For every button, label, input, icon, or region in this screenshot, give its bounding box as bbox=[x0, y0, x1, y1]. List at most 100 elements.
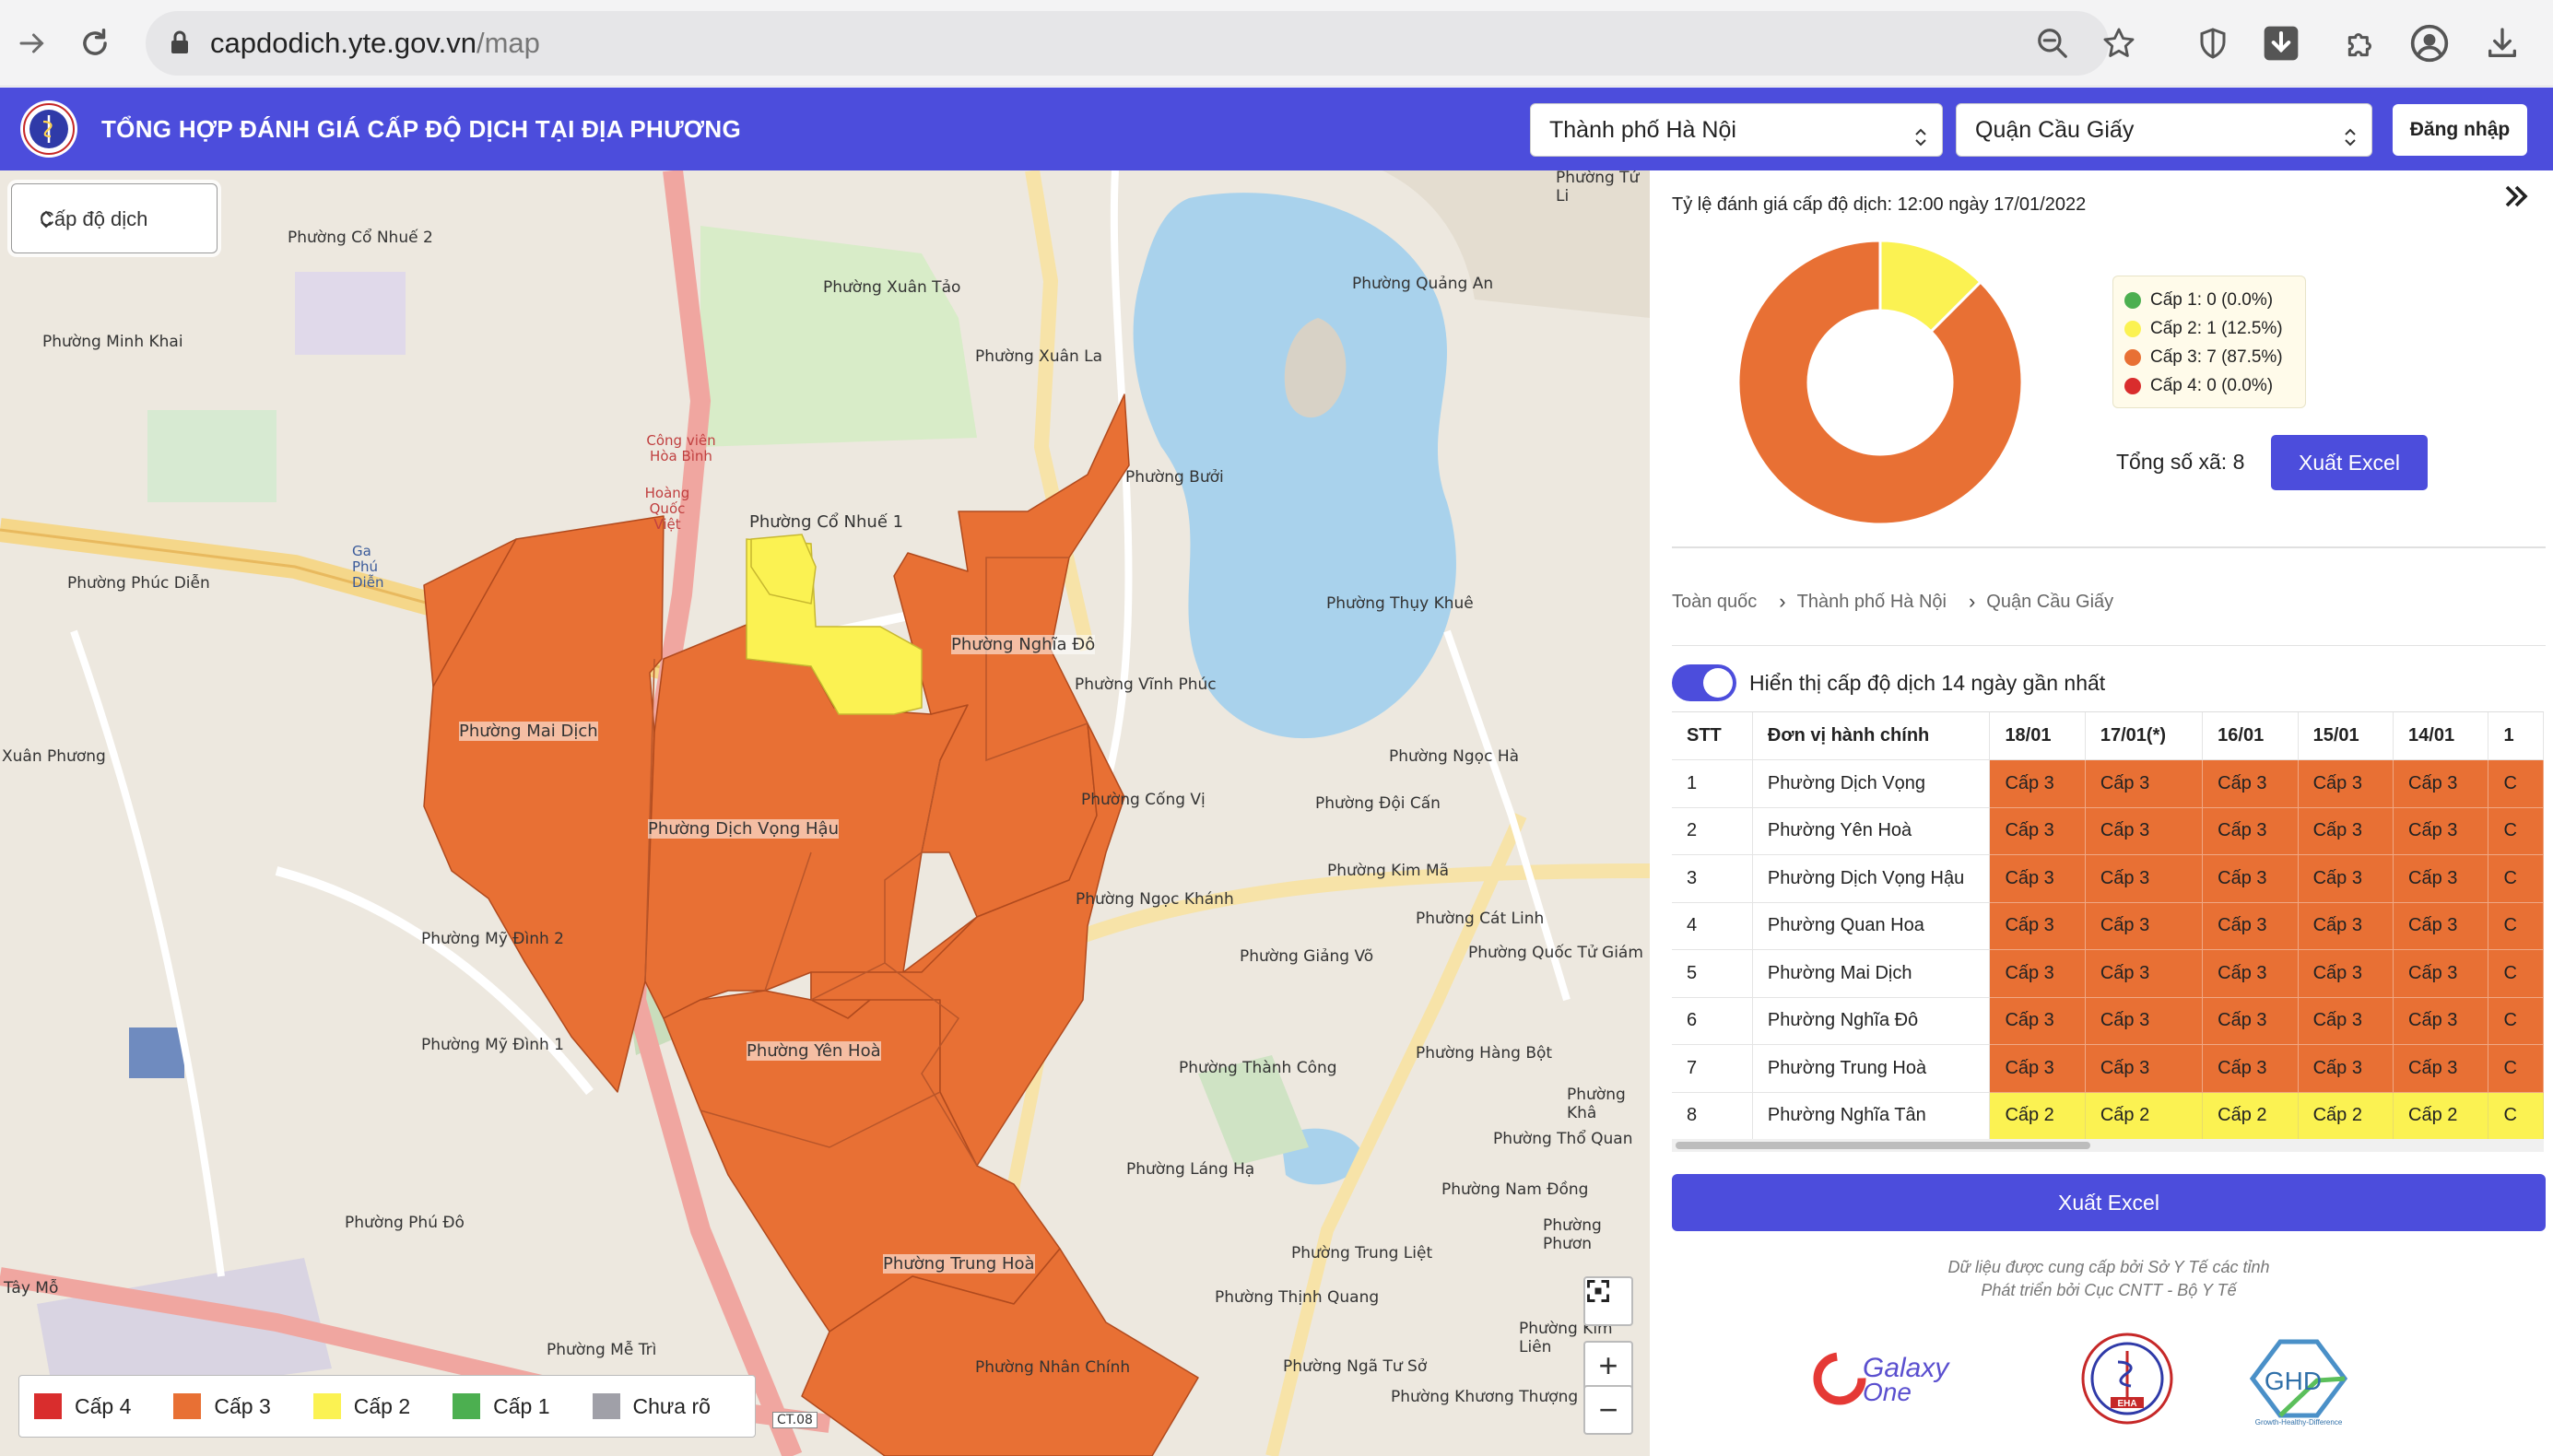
select-updown-icon bbox=[2344, 117, 2357, 169]
scrollbar-thumb[interactable] bbox=[1676, 1142, 2090, 1149]
zoom-out-icon[interactable] bbox=[2035, 26, 2070, 65]
pie-legend-label: Cấp 2: 1 (12.5%) bbox=[2150, 318, 2283, 338]
legend-dot bbox=[2124, 320, 2141, 337]
level-cell: Cấp 2 bbox=[1989, 1092, 2086, 1139]
export-excel-button[interactable]: Xuất Excel bbox=[2271, 435, 2428, 490]
fullscreen-icon[interactable] bbox=[1583, 1276, 1633, 1326]
rate-title: Tỷ lệ đánh giá cấp độ dịch: 12:00 ngày 1… bbox=[1672, 194, 2087, 215]
ward-name-cell: Phường Nghĩa Tân bbox=[1752, 1092, 1991, 1139]
map-label: Phường Quốc Tử Giám bbox=[1468, 944, 1643, 962]
table-row[interactable]: 2 Phường Yên Hoà Cấp 3 Cấp 3 Cấp 3 Cấp 3 Cấp 3… bbox=[1672, 807, 2544, 855]
partner-name-eha: EHA bbox=[2117, 1399, 2136, 1409]
level-cell: Cấp 3 bbox=[2202, 854, 2299, 903]
browser-toolbar: capdodich.yte.gov.vn/map bbox=[0, 0, 2553, 87]
footer-line: Phát triển bởi Cục CNTT - Bộ Y Tế bbox=[1981, 1281, 2237, 1299]
level-cell: Cấp 3 bbox=[2298, 902, 2394, 950]
table-row[interactable]: 7 Phường Trung Hoà Cấp 3 Cấp 3 Cấp 3 Cấp 3 Cấp… bbox=[1672, 1044, 2544, 1093]
map-label-trung-hoa: Phường Trung Hoà bbox=[883, 1254, 1035, 1274]
login-button[interactable]: Đăng nhập bbox=[2393, 104, 2527, 156]
ward-name-cell: Phường Yên Hoà bbox=[1752, 807, 1991, 855]
shield-icon[interactable] bbox=[2186, 17, 2240, 70]
level-history-table-container[interactable]: STT Đơn vị hành chính 18/01 17/01(*) 16/… bbox=[1672, 711, 2544, 1139]
zoom-out-button[interactable]: − bbox=[1583, 1385, 1633, 1435]
select-updown-icon bbox=[1914, 117, 1927, 169]
back-arrow-icon[interactable] bbox=[6, 17, 59, 70]
legend-item-level4: Cấp 4 bbox=[34, 1393, 131, 1419]
level-cell: C bbox=[2488, 902, 2544, 950]
map-label: Phường Láng Hạ bbox=[1126, 1160, 1255, 1179]
stt-cell: 2 bbox=[1672, 807, 1753, 855]
legend-swatch bbox=[592, 1393, 620, 1419]
level-cell: Cấp 3 bbox=[2393, 759, 2489, 808]
map-label: Phường Phươn bbox=[1543, 1216, 1602, 1253]
level-cell: Cấp 3 bbox=[2298, 807, 2394, 855]
level-cell: Cấp 3 bbox=[1989, 997, 2086, 1045]
zoom-in-button[interactable]: + bbox=[1583, 1341, 1633, 1391]
stt-cell: 6 bbox=[1672, 997, 1753, 1045]
legend-item-level1: Cấp 1 bbox=[453, 1393, 550, 1419]
map-label: Phường Xuân La bbox=[975, 347, 1103, 366]
map-label-co-nhue-1: Phường Cổ Nhuế 1 bbox=[749, 512, 904, 532]
level-cell: Cấp 3 bbox=[2298, 759, 2394, 808]
district-select[interactable]: Quận Cầu Giấy bbox=[1956, 103, 2372, 157]
legend-dot bbox=[2124, 291, 2141, 309]
level-select[interactable]: Cấp độ dịch bbox=[11, 183, 218, 253]
profile-avatar-icon[interactable] bbox=[2403, 17, 2456, 70]
map-label: Phường Thụy Khuê bbox=[1326, 594, 1474, 613]
map-label: Phường Cống Vị bbox=[1081, 791, 1206, 809]
map-legend: Cấp 4 Cấp 3 Cấp 2 Cấp 1 Chưa rõ bbox=[18, 1375, 756, 1438]
address-bar[interactable]: capdodich.yte.gov.vn/map bbox=[146, 11, 2135, 76]
table-row[interactable]: 1 Phường Dịch Vọng Cấp 3 Cấp 3 Cấp 3 Cấp 3 Cấp… bbox=[1672, 759, 2544, 808]
map-label: Phường Minh Khai bbox=[42, 333, 183, 351]
eha-logo: EHA bbox=[2081, 1333, 2173, 1425]
level-cell: Cấp 3 bbox=[2085, 1044, 2204, 1093]
map-label: Phường Khương Thượng bbox=[1391, 1388, 1579, 1406]
bookmark-star-icon[interactable] bbox=[2101, 26, 2136, 65]
export-excel-main-button[interactable]: Xuất Excel bbox=[1672, 1174, 2546, 1231]
level-cell: C bbox=[2488, 1044, 2544, 1093]
map-label: Phường Phúc Diễn bbox=[67, 574, 210, 593]
stt-cell: 5 bbox=[1672, 949, 1753, 998]
level-cell: C bbox=[2488, 1092, 2544, 1139]
table-row[interactable]: 4 Phường Quan Hoa Cấp 3 Cấp 3 Cấp 3 Cấp 3 Cấp … bbox=[1672, 902, 2544, 950]
extensions-puzzle-icon[interactable] bbox=[2335, 17, 2388, 70]
map-label: Ga Phú Diễn bbox=[352, 543, 384, 591]
map-label: Phường Quảng An bbox=[1352, 275, 1494, 293]
donut-slice[interactable] bbox=[1736, 239, 2024, 526]
level-cell: Cấp 3 bbox=[2085, 807, 2204, 855]
table-row[interactable]: 8 Phường Nghĩa Tân Cấp 2 Cấp 2 Cấp 2 Cấp 2 Cấp… bbox=[1672, 1092, 2544, 1139]
table-body: 1 Phường Dịch Vọng Cấp 3 Cấp 3 Cấp 3 Cấp 3 Cấp… bbox=[1672, 759, 2544, 1139]
level-cell: Cấp 3 bbox=[2298, 949, 2394, 998]
total-wards-label: Tổng số xã: 8 bbox=[2116, 450, 2245, 474]
partner-logos: Galaxy One EHA GHD Growth-Healthy-Differ… bbox=[1672, 1325, 2546, 1427]
level-cell: Cấp 3 bbox=[2393, 854, 2489, 903]
map-label: Phường Đội Cấn bbox=[1315, 794, 1441, 813]
level-cell: Cấp 3 bbox=[2085, 949, 2204, 998]
legend-label: Cấp 1 bbox=[493, 1393, 550, 1418]
table-row[interactable]: 5 Phường Mai Dịch Cấp 3 Cấp 3 Cấp 3 Cấp 3 Cấp … bbox=[1672, 949, 2544, 998]
map-label: Phường Thổ Quan bbox=[1493, 1130, 1633, 1148]
partner-name-ghd-tagline: Growth-Healthy-Difference bbox=[2255, 1418, 2343, 1427]
toggle-label: Hiển thị cấp độ dịch 14 ngày gần nhất bbox=[1749, 671, 2106, 695]
footer-line: Dữ liệu được cung cấp bởi Sở Y Tế các tỉ… bbox=[1947, 1258, 2270, 1276]
download-square-icon[interactable] bbox=[2254, 17, 2308, 70]
map-label: Phường Cát Linh bbox=[1416, 910, 1545, 928]
horizontal-scrollbar[interactable] bbox=[1672, 1139, 2544, 1152]
pie-legend-label: Cấp 1: 0 (0.0%) bbox=[2150, 289, 2274, 310]
table-row[interactable]: 3 Phường Dịch Vọng Hậu Cấp 3 Cấp 3 Cấp 3 Cấp … bbox=[1672, 854, 2544, 903]
map-view[interactable]: Phường Mai Dịch Phường Dịch Vọng Hậu Phư… bbox=[0, 170, 1650, 1456]
level-cell: Cấp 3 bbox=[2298, 854, 2394, 903]
show-14-days-toggle[interactable] bbox=[1672, 664, 1736, 701]
table-row[interactable]: 6 Phường Nghĩa Đô Cấp 3 Cấp 3 Cấp 3 Cấp 3 Cấp … bbox=[1672, 997, 2544, 1045]
breadcrumb-item-country[interactable]: Toàn quốc bbox=[1672, 592, 1757, 613]
breadcrumb-item-city[interactable]: Thành phố Hà Nội bbox=[1797, 592, 1947, 613]
pie-legend-row: Cấp 4: 0 (0.0%) bbox=[2124, 371, 2294, 400]
breadcrumb-item-district[interactable]: Quận Cầu Giấy bbox=[1986, 592, 2113, 613]
city-select[interactable]: Thành phố Hà Nội bbox=[1530, 103, 1943, 157]
collapse-panel-icon[interactable] bbox=[2498, 178, 2535, 219]
reload-icon[interactable] bbox=[68, 17, 122, 70]
column-header: Đơn vị hành chính bbox=[1752, 712, 1991, 760]
level-cell: C bbox=[2488, 807, 2544, 855]
column-header: 17/01(*) bbox=[2085, 712, 2204, 760]
downloads-icon[interactable] bbox=[2476, 17, 2529, 70]
